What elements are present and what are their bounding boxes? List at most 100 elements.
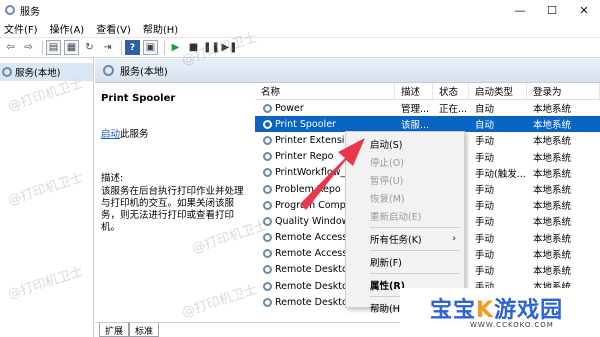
toolbar-divider bbox=[42, 40, 43, 55]
panel-header: 服务(本地) bbox=[95, 59, 600, 83]
title-bar: 服务 — ☐ ✕ bbox=[0, 0, 600, 20]
logo-title-part1: 宝宝 bbox=[430, 298, 477, 323]
service-name-text: Remote Access bbox=[275, 248, 348, 260]
service-startup-type-cell: 手动 bbox=[475, 233, 495, 245]
tree-node-label: 服务(本地) bbox=[15, 68, 61, 79]
selected-service-name: Print Spooler bbox=[101, 93, 176, 104]
service-name-text: Quality Window bbox=[275, 215, 350, 227]
menu-view[interactable]: 查看(V) bbox=[96, 21, 131, 36]
chevron-right-icon: › bbox=[452, 234, 456, 244]
column-headers: 名称 描述 状态 启动类型 登录为 bbox=[255, 83, 600, 100]
window-controls: — ☐ ✕ bbox=[504, 0, 600, 20]
description-text: 该服务在后台执行打印作业并处理与打印机的交互。如果关闭该服务，则无法进行打印或查… bbox=[101, 186, 244, 233]
service-logon-cell: 本地系统 bbox=[533, 217, 572, 229]
restart-service-icon[interactable]: ▶❚ bbox=[221, 40, 237, 55]
menu-separator bbox=[370, 250, 460, 251]
services-gear-icon bbox=[4, 4, 16, 16]
console-tree: 服务(本地) bbox=[0, 59, 94, 337]
service-name-text: Remote Deskto bbox=[275, 280, 348, 292]
window-title: 服务 bbox=[20, 6, 40, 18]
service-gear-icon bbox=[263, 281, 272, 291]
column-header-description[interactable]: 描述 bbox=[395, 83, 433, 99]
show-tree-icon[interactable]: ▤ bbox=[46, 40, 61, 55]
column-header-logon[interactable]: 登录为 bbox=[527, 83, 600, 99]
menu-item-pause: 暂停(U) bbox=[370, 176, 404, 187]
service-name-cell: Print Spooler bbox=[255, 119, 395, 130]
service-startup-type-cell: 手动 bbox=[475, 152, 495, 164]
start-service-line: 启动此服务 bbox=[101, 126, 249, 140]
column-header-name[interactable]: 名称 bbox=[255, 83, 395, 99]
logo-k-icon: K bbox=[476, 298, 495, 323]
console-view-icon[interactable]: ▣ bbox=[143, 40, 158, 55]
service-name-text: Remote Access bbox=[275, 232, 348, 244]
column-header-startup-type[interactable]: 启动类型 bbox=[469, 83, 527, 99]
service-logon-cell: 本地系统 bbox=[533, 185, 572, 197]
gear-icon bbox=[103, 65, 114, 76]
service-gear-icon bbox=[263, 297, 272, 307]
service-logon-cell: 本地系统 bbox=[533, 265, 572, 277]
service-startup-type-cell: 手动 bbox=[475, 249, 495, 261]
export-list-icon[interactable]: ⇥ bbox=[100, 40, 115, 55]
minimize-button[interactable]: — bbox=[504, 0, 536, 20]
service-logon-cell: 本地系统 bbox=[533, 249, 572, 261]
service-startup-type-cell: 手动 bbox=[475, 217, 495, 229]
pause-service-icon[interactable]: ❚❚ bbox=[203, 40, 220, 55]
site-logo: 宝宝K游戏园 WWW.CCKOKO.COM bbox=[400, 288, 600, 337]
service-name-text: Remote Deskto bbox=[275, 264, 348, 276]
context-menu: 启动(S) 停止(O) 暂停(U) 恢复(M) 重新启动(E) 所有任务(K) ›… bbox=[345, 131, 465, 315]
service-name-text: Remote Deskto bbox=[275, 296, 348, 308]
logo-title-part2: 游戏园 bbox=[494, 298, 564, 323]
menu-file[interactable]: 文件(F) bbox=[4, 21, 38, 36]
menu-item-restart: 重新启动(E) bbox=[370, 212, 422, 223]
menu-separator bbox=[370, 273, 460, 274]
service-description-cell: 管理... bbox=[401, 104, 430, 116]
start-service-link[interactable]: 启动 bbox=[101, 129, 120, 140]
gear-icon bbox=[2, 67, 12, 77]
toolbar-divider bbox=[121, 40, 122, 55]
close-button[interactable]: ✕ bbox=[568, 0, 600, 20]
menu-action[interactable]: 操作(A) bbox=[50, 21, 85, 36]
service-name-text: Printer Extensio bbox=[275, 134, 351, 146]
service-description-cell: 该服... bbox=[401, 120, 430, 132]
refresh-icon[interactable]: ↻ bbox=[82, 40, 97, 55]
tree-node-services-local[interactable]: 服务(本地) bbox=[0, 63, 93, 81]
service-name-text: Printer Repo bbox=[275, 151, 334, 163]
menu-item-start[interactable]: 启动(S) bbox=[346, 135, 464, 153]
toolbar-divider bbox=[164, 40, 165, 55]
service-status-cell: 正在... bbox=[439, 104, 468, 116]
start-service-icon[interactable]: ▶ bbox=[168, 40, 183, 55]
back-arrow-icon[interactable]: ⇦ bbox=[3, 40, 18, 55]
service-startup-type-cell: 手动 bbox=[475, 185, 495, 197]
menu-help[interactable]: 帮助(H) bbox=[143, 21, 178, 36]
service-gear-icon bbox=[263, 265, 272, 275]
service-gear-icon bbox=[263, 200, 272, 210]
tab-extended[interactable]: 扩展 bbox=[99, 323, 130, 337]
service-logon-cell: 本地系统 bbox=[533, 201, 572, 213]
menu-item-all-tasks[interactable]: 所有任务(K) › bbox=[346, 230, 464, 248]
table-row[interactable]: Power 管理... 正在... 自动 本地系统 bbox=[255, 100, 600, 116]
menu-item-refresh[interactable]: 刷新(F) bbox=[346, 253, 464, 271]
column-header-status[interactable]: 状态 bbox=[433, 83, 469, 99]
stop-service-icon[interactable]: ■ bbox=[186, 40, 201, 55]
description-label: 描述: bbox=[101, 173, 124, 184]
service-gear-icon bbox=[263, 135, 272, 145]
properties-icon[interactable]: ▦ bbox=[64, 40, 79, 55]
table-row[interactable]: Print Spooler 该服... 自动 本地系统 bbox=[255, 116, 600, 133]
service-logon-cell: 本地系统 bbox=[533, 104, 572, 116]
logo-title: 宝宝K游戏园 bbox=[430, 292, 563, 324]
maximize-button[interactable]: ☐ bbox=[536, 0, 568, 20]
start-service-suffix: 此服务 bbox=[120, 129, 149, 140]
service-gear-icon bbox=[263, 249, 272, 259]
service-name-text: Print Spooler bbox=[275, 118, 336, 130]
toolbar: ⇦ ⇨ ▤ ▦ ↻ ⇥ ? ▣ ▶ ■ ❚❚ ▶❚ bbox=[0, 37, 600, 58]
service-logon-cell: 本地系统 bbox=[533, 168, 572, 180]
service-gear-icon bbox=[263, 233, 272, 243]
panel-title: 服务(本地) bbox=[120, 67, 168, 78]
service-startup-type-cell: 手动 bbox=[475, 265, 495, 277]
forward-arrow-icon[interactable]: ⇨ bbox=[21, 40, 36, 55]
tab-standard[interactable]: 标准 bbox=[129, 323, 160, 337]
service-startup-type-cell: 自动 bbox=[475, 104, 495, 116]
help-icon[interactable]: ? bbox=[125, 40, 140, 55]
service-name-text: Power bbox=[275, 102, 304, 114]
service-startup-type-cell: 手动 bbox=[475, 136, 495, 148]
